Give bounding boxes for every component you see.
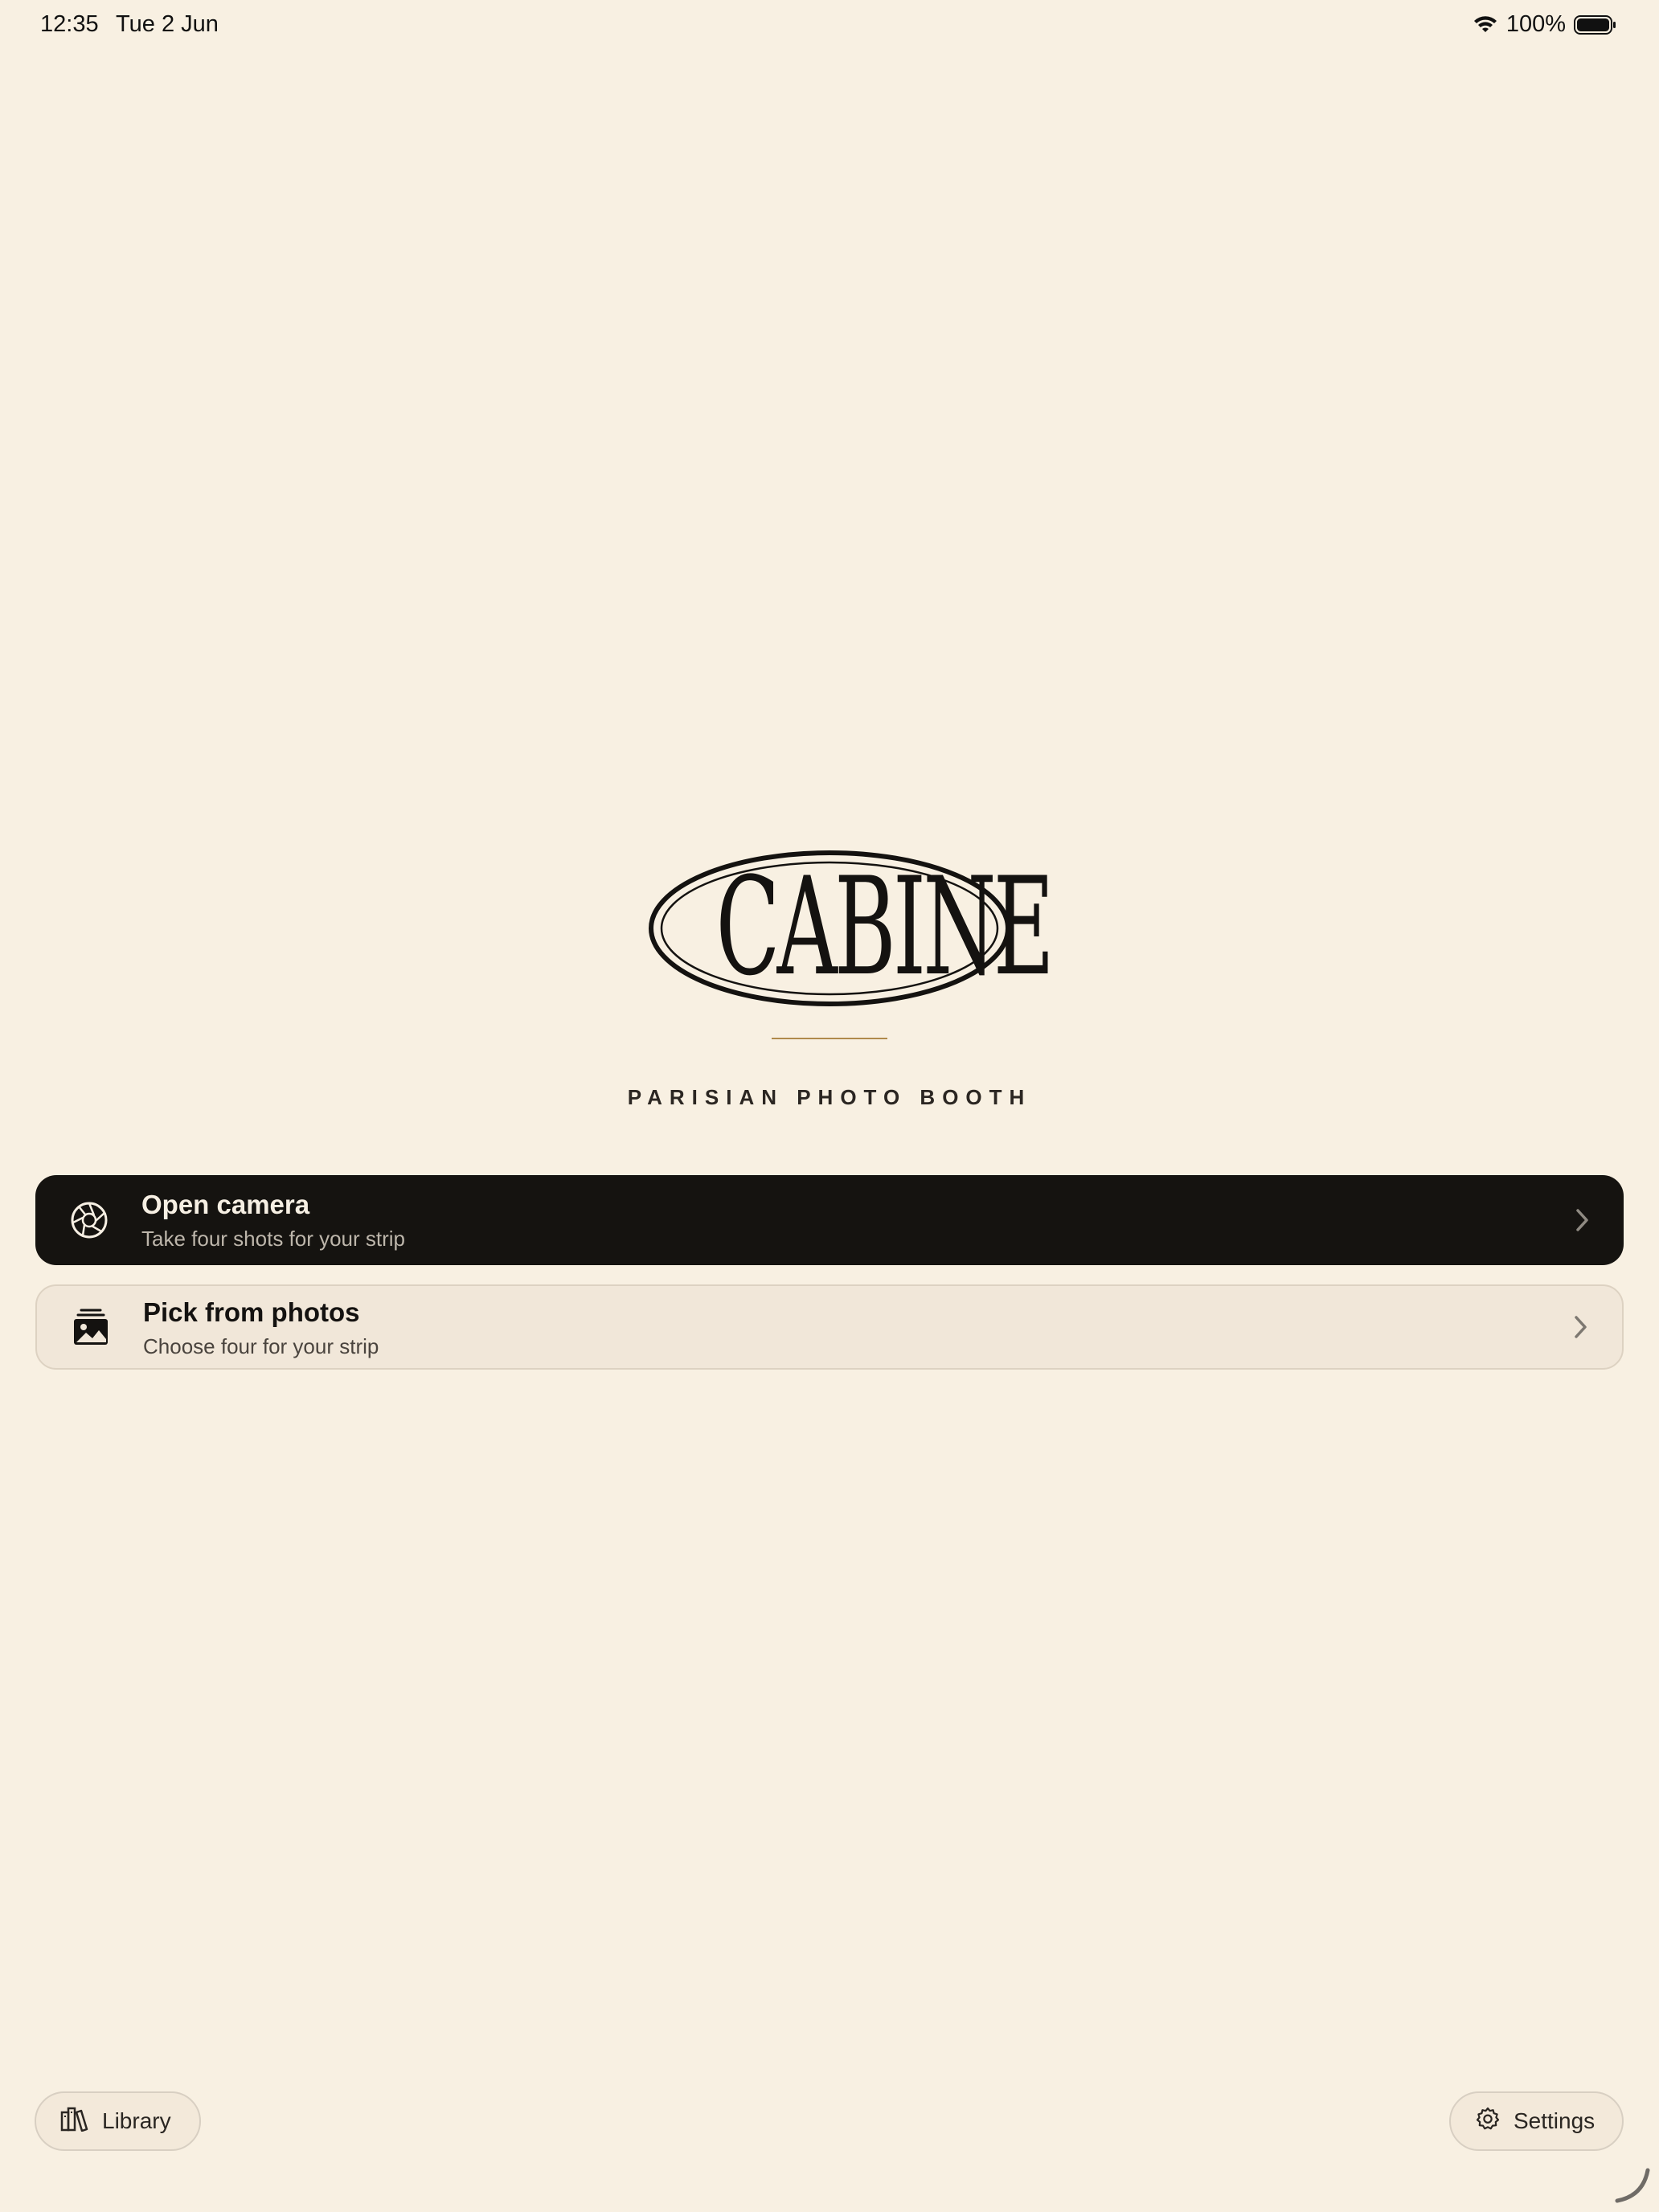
settings-button[interactable]: Settings (1449, 2091, 1624, 2151)
chevron-right-icon (1574, 1206, 1591, 1234)
status-time: 12:35 (40, 11, 99, 37)
status-indicators: 100% (1473, 11, 1617, 38)
status-date: Tue 2 Jun (116, 11, 219, 37)
chevron-right-icon (1572, 1313, 1590, 1341)
pick-photos-subtitle: Choose four for your strip (143, 1334, 379, 1358)
aperture-icon (69, 1200, 109, 1240)
gear-icon (1475, 2106, 1514, 2137)
logo-wordmark: CABINE (715, 848, 1055, 1006)
open-camera-button[interactable]: Open camera Take four shots for your str… (35, 1175, 1624, 1265)
resize-grip-icon[interactable] (1611, 2164, 1653, 2206)
open-camera-title: Open camera (141, 1190, 310, 1219)
pick-photos-title: Pick from photos (143, 1297, 360, 1327)
photo-stack-icon (71, 1307, 111, 1347)
wifi-icon (1473, 14, 1498, 35)
library-label: Library (102, 2108, 171, 2133)
battery-percent: 100% (1505, 11, 1566, 37)
cabine-logo: CABINE (646, 848, 1055, 1009)
status-bar: 12:35 Tue 2 Jun 100% (0, 0, 1659, 51)
settings-label: Settings (1514, 2108, 1596, 2133)
accent-divider (772, 1038, 887, 1039)
open-camera-subtitle: Take four shots for your strip (141, 1227, 406, 1251)
pick-from-photos-button[interactable]: Pick from photos Choose four for your st… (35, 1284, 1624, 1370)
tagline: PARISIAN PHOTO BOOTH (627, 1085, 1032, 1109)
books-icon (60, 2106, 102, 2137)
library-button[interactable]: Library (35, 2091, 201, 2151)
battery-icon (1574, 14, 1617, 35)
